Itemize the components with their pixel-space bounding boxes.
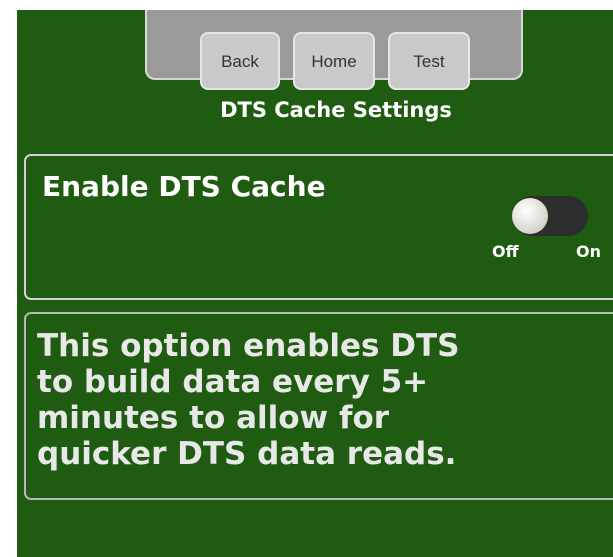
back-button[interactable]: Back bbox=[200, 32, 280, 90]
enable-cache-toggle[interactable] bbox=[512, 196, 588, 236]
description-text: This option enables DTS to build data ev… bbox=[37, 328, 460, 472]
setting-label: Enable DTS Cache bbox=[42, 170, 326, 203]
toggle-knob bbox=[512, 198, 548, 234]
test-button[interactable]: Test bbox=[388, 32, 470, 90]
toggle-off-label: Off bbox=[492, 242, 519, 261]
page-title: DTS Cache Settings bbox=[220, 98, 452, 122]
home-button[interactable]: Home bbox=[293, 32, 375, 90]
app-screen: Back Home Test DTS Cache Settings Enable… bbox=[17, 10, 613, 557]
toggle-on-label: On bbox=[576, 242, 601, 261]
